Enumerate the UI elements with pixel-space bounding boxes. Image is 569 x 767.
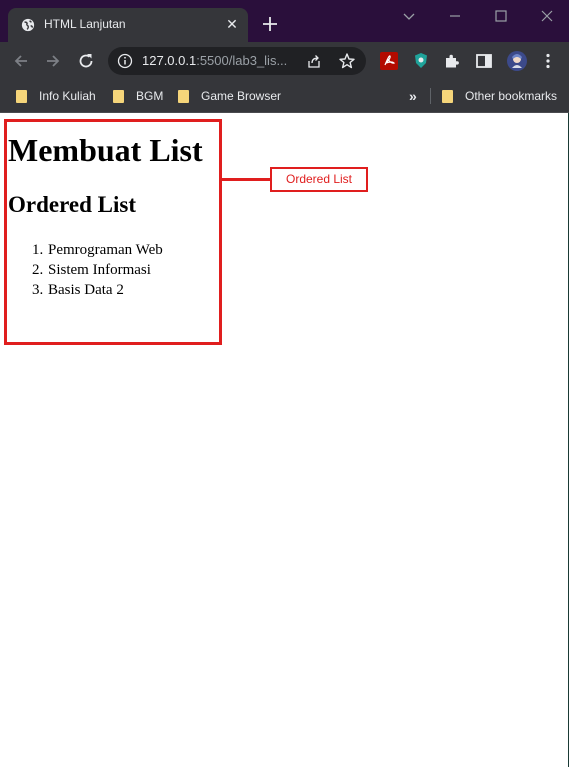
list-marker: 1. <box>32 242 44 258</box>
folder-icon <box>16 89 27 103</box>
annotation-connector <box>219 178 270 181</box>
section-heading: Ordered List <box>8 192 136 217</box>
shield-extension-icon[interactable] <box>411 51 431 71</box>
url-host: 127.0.0.1 <box>142 53 197 68</box>
list-item-text: Basis Data 2 <box>48 282 124 298</box>
bookmark-label: BGM <box>136 89 164 103</box>
bookmark-label: Other bookmarks <box>465 89 558 103</box>
bookmark-label: Game Browser <box>201 89 282 103</box>
bookmark-bgm[interactable]: BGM <box>113 87 163 105</box>
minimize-icon[interactable] <box>440 4 470 28</box>
bookmark-other[interactable]: Other bookmarks <box>442 87 557 105</box>
tab-title: HTML Lanjutan <box>44 17 126 31</box>
bookmarks-overflow-chevron-icon[interactable]: » <box>409 87 417 105</box>
list-marker: 3. <box>32 282 44 298</box>
title-bar: HTML Lanjutan ✕ <box>0 0 569 42</box>
list-item: 2. Sistem Informasi <box>32 260 163 280</box>
maximize-icon[interactable] <box>486 4 516 28</box>
url-path: :5500/lab3_lis... <box>196 53 288 68</box>
folder-icon <box>178 89 189 103</box>
kebab-menu-icon[interactable] <box>538 51 558 71</box>
extensions-puzzle-icon[interactable] <box>442 51 462 71</box>
bookmark-game-browser[interactable]: Game Browser <box>178 87 281 105</box>
profile-avatar[interactable] <box>506 50 528 72</box>
side-panel-icon[interactable] <box>474 51 494 71</box>
forward-arrow-icon[interactable] <box>43 51 63 71</box>
list-item: 3. Basis Data 2 <box>32 280 163 300</box>
list-marker: 2. <box>32 262 44 278</box>
star-icon[interactable] <box>338 52 356 70</box>
list-item-text: Pemrograman Web <box>48 242 163 258</box>
annotation-label: Ordered List <box>270 167 368 192</box>
new-tab-icon[interactable] <box>260 14 280 34</box>
bookmarks-divider <box>430 88 431 104</box>
list-item: 1. Pemrograman Web <box>32 240 163 260</box>
browser-tab[interactable]: HTML Lanjutan ✕ <box>8 8 248 42</box>
browser-toolbar: 127.0.0.1:5500/lab3_lis... <box>0 42 569 80</box>
url-text[interactable]: 127.0.0.1:5500/lab3_lis... <box>142 53 287 68</box>
share-icon[interactable] <box>306 53 322 69</box>
chevron-down-icon[interactable] <box>394 4 424 28</box>
bookmark-label: Info Kuliah <box>39 89 96 103</box>
bookmark-info-kuliah[interactable]: Info Kuliah <box>16 87 96 105</box>
back-arrow-icon[interactable] <box>11 51 31 71</box>
ordered-list: 1. Pemrograman Web 2. Sistem Informasi 3. B… <box>32 240 163 300</box>
folder-icon <box>442 89 453 103</box>
address-bar[interactable]: 127.0.0.1:5500/lab3_lis... <box>108 47 366 75</box>
bookmarks-bar: Info Kuliah BGM Game Browser » Other boo… <box>0 80 569 113</box>
tab-close-icon[interactable]: ✕ <box>224 16 240 32</box>
reload-icon[interactable] <box>76 51 96 71</box>
globe-icon <box>21 18 35 32</box>
list-item-text: Sistem Informasi <box>48 262 151 278</box>
close-icon[interactable] <box>532 4 562 28</box>
page-viewport: Membuat List Ordered List 1. Pemrograman … <box>0 113 569 767</box>
pdf-extension-icon[interactable] <box>379 51 399 71</box>
page-heading: Membuat List <box>8 132 203 168</box>
info-icon[interactable] <box>117 53 133 69</box>
folder-icon <box>113 89 124 103</box>
